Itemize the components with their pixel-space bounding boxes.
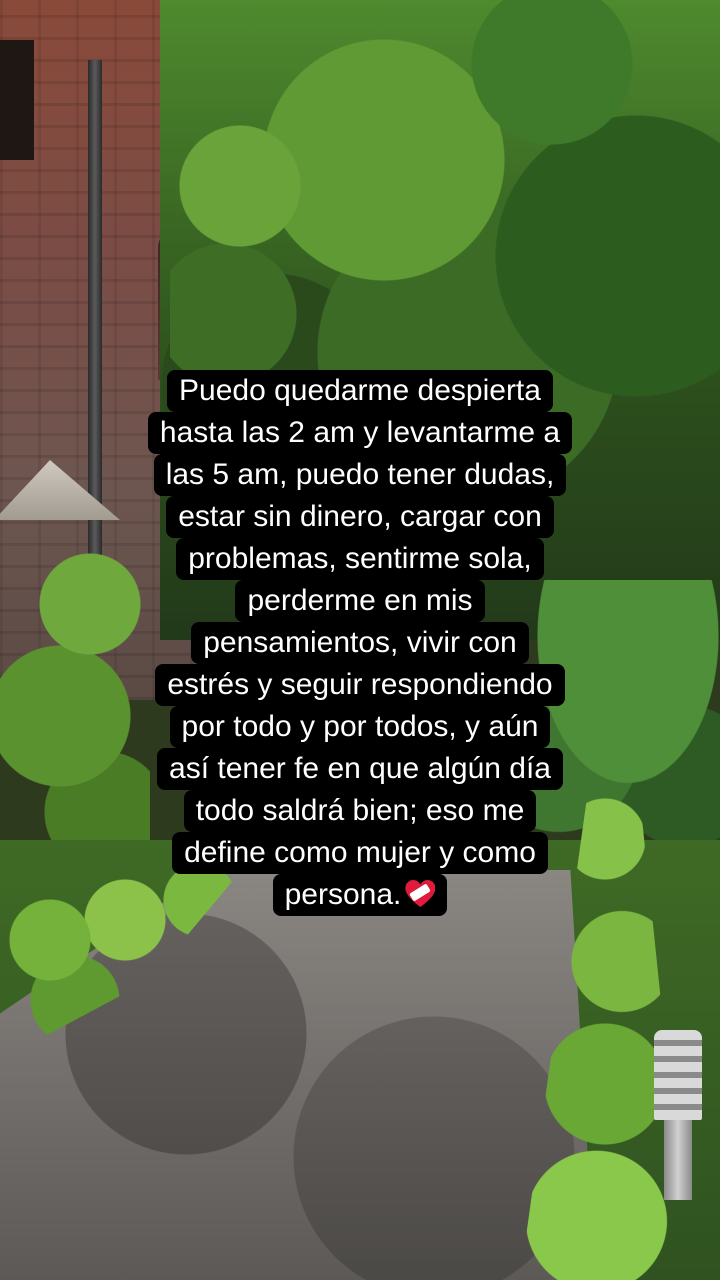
caption-line: perderme en mis xyxy=(235,580,485,622)
mending-heart-icon xyxy=(405,880,435,908)
caption-line-text: persona. xyxy=(284,878,402,911)
caption-line: así tener fe en que algún día xyxy=(157,748,563,790)
caption-line: Puedo quedarme despierta xyxy=(167,370,553,412)
caption-line: hasta las 2 am y levantarme a xyxy=(147,412,573,454)
story-caption: Puedo quedarme despierta hasta las 2 am … xyxy=(0,370,720,916)
caption-last-line: persona. xyxy=(272,874,448,916)
caption-line: todo saldrá bien; eso me xyxy=(183,790,537,832)
caption-line: por todo y por todos, y aún xyxy=(169,706,551,748)
garden-lamp xyxy=(654,1030,702,1200)
caption-line: problemas, sentirme sola, xyxy=(176,538,544,580)
caption-line: estrés y seguir respondiendo xyxy=(155,664,565,706)
story-screen: Puedo quedarme despierta hasta las 2 am … xyxy=(0,0,720,1280)
tree-canopy-small xyxy=(170,90,310,410)
caption-line: define como mujer y como xyxy=(172,832,548,874)
lamp-head xyxy=(654,1030,702,1120)
caption-line: estar sin dinero, cargar con xyxy=(166,496,554,538)
caption-line: pensamientos, vivir con xyxy=(191,622,529,664)
caption-line: las 5 am, puedo tener dudas, xyxy=(153,454,567,496)
lamp-pole xyxy=(664,1120,692,1200)
tower-window xyxy=(0,40,34,160)
